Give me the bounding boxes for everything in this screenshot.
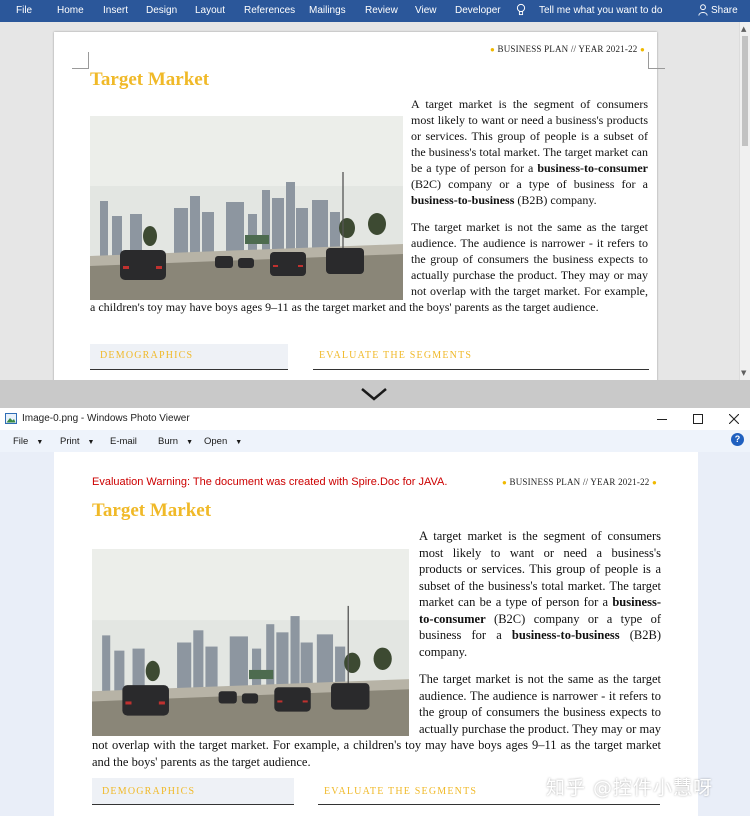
section-heading-evaluate: EVALUATE THE SEGMENTS	[319, 350, 473, 361]
image-wrap-space	[92, 528, 419, 726]
section-heading-demographics: DEMOGRAPHICS	[102, 786, 196, 797]
tab-developer[interactable]: Developer	[455, 5, 501, 16]
crop-mark	[648, 52, 665, 69]
word-page: ● BUSINESS PLAN // YEAR 2021-22 ● Target…	[54, 32, 665, 380]
help-icon[interactable]: ?	[731, 433, 744, 446]
menu-file[interactable]: File ▼	[13, 436, 43, 447]
scroll-down-icon[interactable]: ▼	[741, 369, 746, 377]
intro-paragraph: A target market is the segment of consum…	[92, 528, 661, 769]
scroll-up-icon[interactable]: ▲	[741, 25, 746, 33]
tab-insert[interactable]: Insert	[103, 5, 128, 16]
photo-viewer-app-icon	[5, 413, 17, 424]
intro-paragraph: A target market is the segment of consum…	[90, 96, 648, 314]
chevron-down-icon	[361, 388, 387, 401]
menu-email[interactable]: E-mail	[110, 436, 137, 447]
word-ribbon: File Home Insert Design Layout Reference…	[0, 0, 750, 22]
tab-file[interactable]: File	[16, 5, 32, 16]
person-icon	[698, 4, 708, 16]
viewer-menubar: File ▼ Print ▼ E-mail Burn ▼ Open ▼ ?	[0, 430, 750, 453]
section-heading-demographics: DEMOGRAPHICS	[100, 350, 194, 361]
section-heading-evaluate: EVALUATE THE SEGMENTS	[324, 786, 478, 797]
maximize-icon[interactable]	[693, 414, 703, 424]
page-title: Target Market	[92, 500, 212, 521]
page-header: ● BUSINESS PLAN // YEAR 2021-22 ●	[490, 44, 645, 54]
tab-layout[interactable]: Layout	[195, 5, 225, 16]
menu-open[interactable]: Open ▼	[204, 436, 242, 447]
zhihu-watermark: 知乎 @控件小慧呀	[546, 777, 714, 799]
word-document-area: ● BUSINESS PLAN // YEAR 2021-22 ● Target…	[0, 22, 750, 380]
page-header: ● BUSINESS PLAN // YEAR 2021-22 ●	[502, 477, 657, 487]
tell-me-search[interactable]: Tell me what you want to do	[539, 5, 662, 16]
viewer-canvas: Evaluation Warning: The document was cre…	[0, 452, 750, 816]
lightbulb-icon[interactable]	[516, 3, 526, 17]
viewer-window-title: Image-0.png - Windows Photo Viewer	[22, 413, 190, 424]
word-vertical-scrollbar[interactable]: ▲ ▼	[739, 22, 750, 380]
viewer-titlebar: Image-0.png - Windows Photo Viewer	[0, 408, 750, 430]
image-wrap-space	[90, 96, 411, 286]
crop-mark	[72, 52, 89, 69]
tab-mailings[interactable]: Mailings	[309, 5, 346, 16]
tab-home[interactable]: Home	[57, 5, 84, 16]
share-button[interactable]: Share	[711, 5, 738, 16]
comparison-separator	[0, 380, 750, 408]
page-title: Target Market	[90, 69, 210, 90]
close-icon[interactable]	[729, 414, 739, 424]
minimize-icon[interactable]	[657, 414, 667, 424]
menu-print[interactable]: Print ▼	[60, 436, 94, 447]
evaluation-warning: Evaluation Warning: The document was cre…	[92, 476, 448, 488]
tab-review[interactable]: Review	[365, 5, 398, 16]
scroll-thumb[interactable]	[742, 36, 748, 146]
tab-references[interactable]: References	[244, 5, 295, 16]
rendered-image-page: Evaluation Warning: The document was cre…	[54, 452, 698, 816]
tab-view[interactable]: View	[415, 5, 437, 16]
tab-design[interactable]: Design	[146, 5, 177, 16]
menu-burn[interactable]: Burn ▼	[158, 436, 193, 447]
